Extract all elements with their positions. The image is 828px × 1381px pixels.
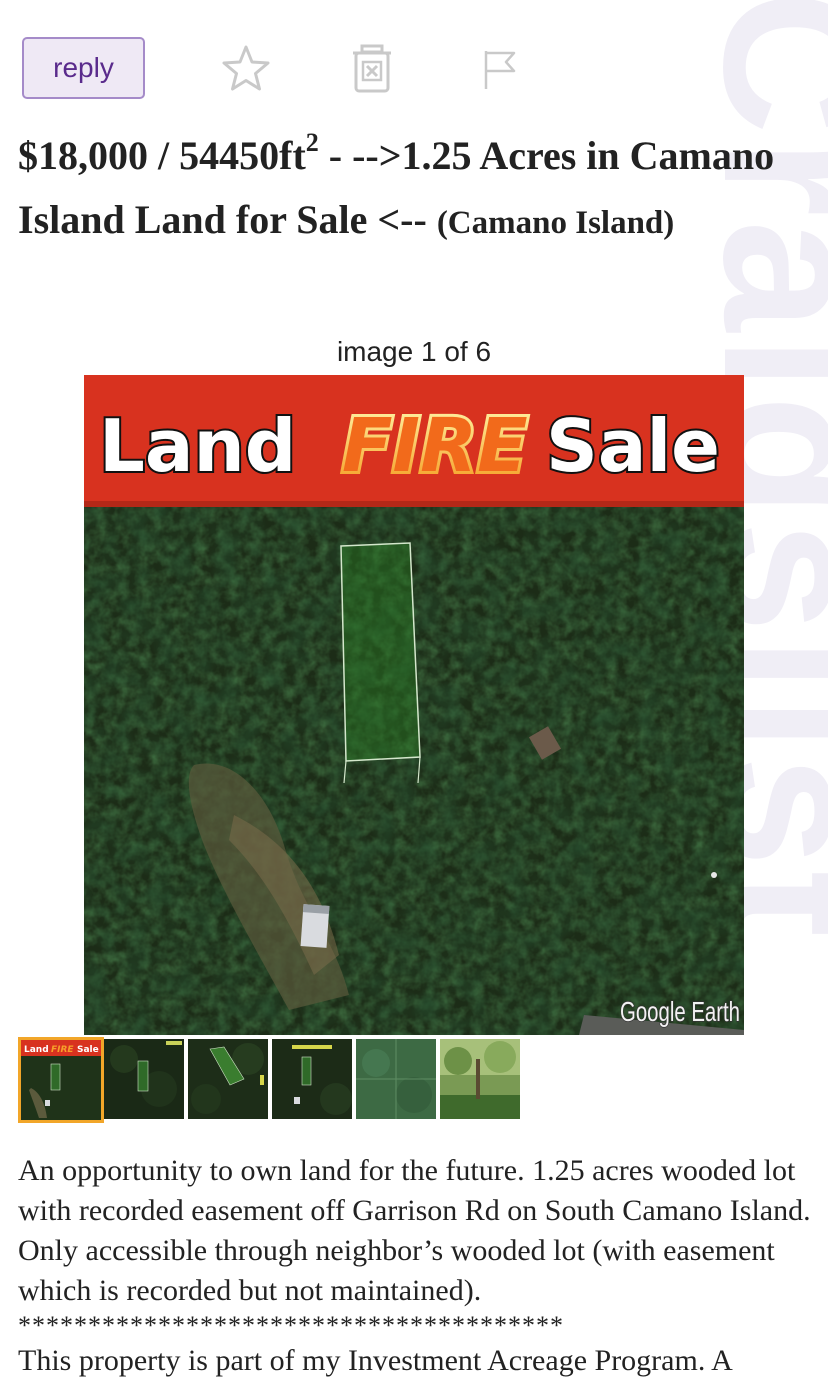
description-separator: ***************************************	[18, 1311, 564, 1340]
hide-button[interactable]	[344, 41, 400, 97]
banner-word-sale: Sale	[546, 404, 720, 488]
posting-body: An opportunity to own land for the futur…	[18, 1151, 818, 1381]
thumbnail-banner-image: Land FIRE Sale	[21, 1040, 101, 1120]
svg-text:Sale: Sale	[77, 1045, 99, 1055]
posting-separator: /	[148, 133, 180, 178]
thumbnail-aerial-image	[104, 1039, 184, 1119]
action-bar: reply	[22, 37, 542, 101]
posting-area: 54450ft	[179, 133, 306, 178]
thumbnail-forest-image	[440, 1039, 520, 1119]
flag-button[interactable]	[472, 41, 528, 97]
description-paragraph: An opportunity to own land for the futur…	[18, 1154, 811, 1307]
thumbnail-aerial-image	[272, 1039, 352, 1119]
google-earth-credit: Google Earth	[620, 996, 740, 1027]
banner-word-land: Land	[99, 404, 296, 488]
thumbnail-aerial-flat-image	[356, 1039, 436, 1119]
posting-price: $18,000	[18, 133, 148, 178]
thumbnail-1[interactable]: Land FIRE Sale	[18, 1037, 104, 1123]
favorite-button[interactable]	[218, 41, 274, 97]
thumbnail-2[interactable]	[104, 1039, 184, 1119]
posting-area-superscript: 2	[305, 128, 319, 157]
svg-text:FIRE: FIRE	[51, 1045, 74, 1055]
posting-title: $18,000 / 54450ft2 - -->1.25 Acres in Ca…	[18, 124, 818, 255]
description-paragraph: This property is part of my Investment A…	[18, 1344, 733, 1377]
svg-text:Land: Land	[24, 1045, 49, 1055]
thumbnail-5[interactable]	[356, 1039, 436, 1119]
thumbnail-strip: Land FIRE Sale	[18, 1037, 528, 1123]
posting-location: (Camano Island)	[436, 205, 675, 241]
thumbnail-aerial-image	[188, 1039, 268, 1119]
banner-word-fire: FIRE	[342, 403, 528, 489]
thumbnail-6[interactable]	[440, 1039, 520, 1119]
aerial-photo: Land FIRE Sale Google Earth	[84, 375, 744, 1035]
main-image[interactable]: Land FIRE Sale Google Earth	[84, 375, 744, 1035]
image-counter: image 1 of 6	[336, 336, 492, 367]
trash-x-icon	[353, 44, 391, 93]
thumbnail-4[interactable]	[272, 1039, 352, 1119]
reply-button[interactable]: reply	[22, 37, 145, 99]
flag-icon	[484, 51, 516, 89]
thumbnail-3[interactable]	[188, 1039, 268, 1119]
star-icon	[222, 45, 270, 91]
